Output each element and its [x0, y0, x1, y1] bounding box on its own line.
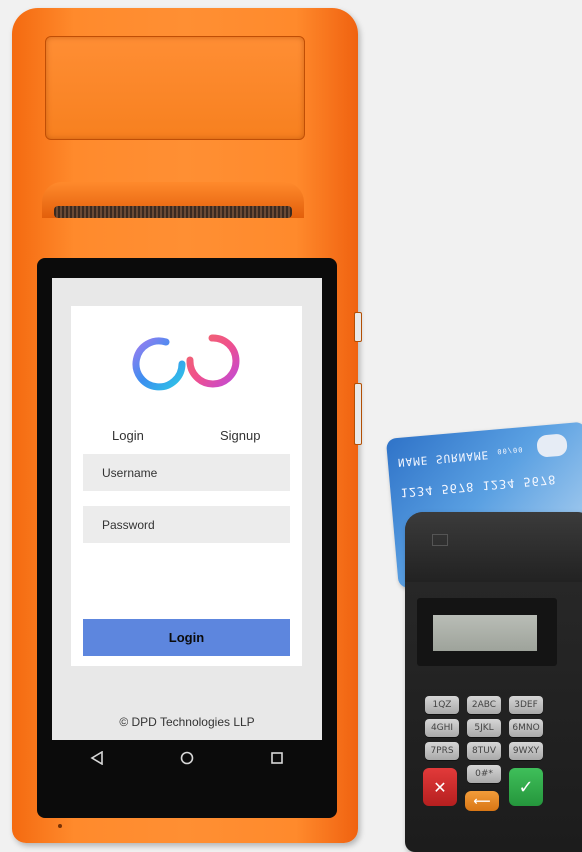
pinpad-key-7[interactable]: 7PRS — [425, 742, 459, 760]
card-valid-thru: 00/00 — [496, 445, 524, 456]
pinpad-enter-button[interactable]: ✓ — [509, 768, 543, 806]
pinpad-card-slot — [432, 534, 448, 546]
pinpad-key-3[interactable]: 3DEF — [509, 696, 543, 714]
pinpad-key-1[interactable]: 1QZ — [425, 696, 459, 714]
username-input[interactable] — [83, 454, 290, 491]
side-button-volume[interactable] — [354, 383, 362, 445]
recent-apps-icon — [271, 752, 283, 764]
pinpad-key-5[interactable]: 5JKL — [467, 719, 501, 737]
microphone-dot — [58, 824, 62, 828]
app-logo — [130, 330, 242, 398]
printer-cover — [45, 36, 305, 140]
card-number: 1234 5678 1234 5678 — [399, 472, 557, 500]
pinpad-key-8[interactable]: 8TUV — [467, 742, 501, 760]
copyright-text: © DPD Technologies LLP — [119, 715, 255, 729]
pinpad-key-2[interactable]: 2ABC — [467, 696, 501, 714]
pinpad-display — [433, 615, 537, 651]
side-button-power[interactable] — [354, 312, 362, 342]
pinpad-key-0[interactable]: 0#* — [467, 765, 501, 783]
password-input[interactable] — [83, 506, 290, 543]
login-button[interactable]: Login — [83, 619, 290, 656]
pinpad-key-9[interactable]: 9WXY — [509, 742, 543, 760]
pinpad-cancel-button[interactable]: ✕ — [423, 768, 457, 806]
printer-slot — [54, 206, 292, 218]
nav-home-button[interactable] — [172, 743, 202, 773]
tab-signup[interactable]: Signup — [220, 428, 260, 443]
card-holder-name: NAME SURNAME — [397, 448, 490, 470]
tab-login[interactable]: Login — [112, 428, 144, 443]
card-chip-icon — [536, 433, 568, 458]
nav-recent-apps-button[interactable] — [262, 743, 292, 773]
pinpad-key-6[interactable]: 6MNO — [509, 719, 543, 737]
pinpad-key-4[interactable]: 4GHI — [425, 719, 459, 737]
nav-back-button[interactable] — [82, 743, 112, 773]
pinpad-clear-button[interactable]: ⟵ — [465, 791, 499, 811]
pinpad-device: 1QZ 2ABC 3DEF 4GHI 5JKL 6MNO 7PRS 8TUV 9… — [405, 512, 582, 852]
app-logo-icon — [132, 334, 240, 391]
pinpad-top — [405, 512, 582, 582]
android-navbar — [52, 740, 322, 776]
home-icon — [180, 751, 194, 765]
back-icon — [90, 751, 103, 765]
